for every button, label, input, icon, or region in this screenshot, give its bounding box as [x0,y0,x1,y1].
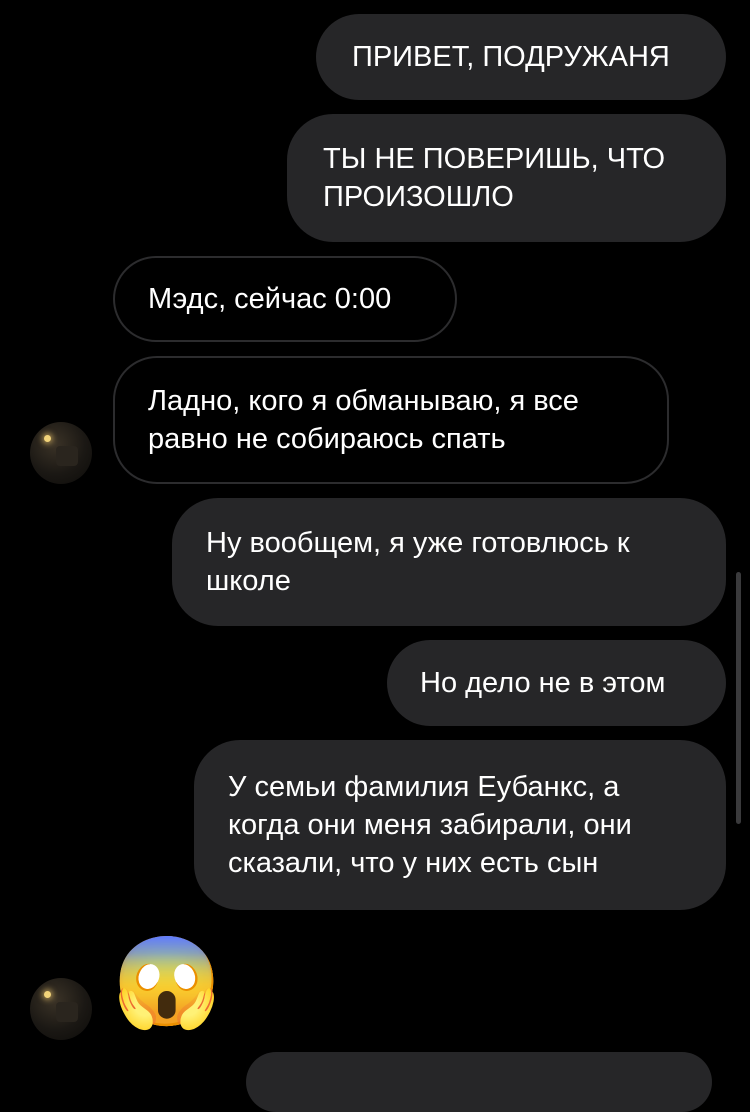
message-bubble-incoming[interactable]: Ладно, кого я обманываю, я все равно не … [113,356,669,484]
avatar-light [44,991,51,998]
message-text: Но дело не в этом [420,667,666,699]
message-bubble-outgoing[interactable]: ПРИВЕТ, ПОДРУЖАНЯ [316,14,726,100]
message-text: Ну вообщем, я уже готовлюсь к школе [206,527,630,597]
message-text: Мэдс, сейчас 0:00 [148,283,392,315]
message-text: У семьи фамилия Еубанкс, а когда они мен… [228,771,632,879]
avatar-figure [56,1002,78,1022]
message-bubble-outgoing[interactable]: Но дело не в этом [387,640,726,726]
message-text: Ладно, кого я обманываю, я все равно не … [148,385,579,455]
contact-avatar[interactable] [30,422,92,484]
message-bubble-outgoing[interactable]: У семьи фамилия Еубанкс, а когда они мен… [194,740,726,910]
message-bubble-outgoing-partial[interactable] [246,1052,712,1112]
contact-avatar[interactable] [30,978,92,1040]
message-text: ТЫ НЕ ПОВЕРИШЬ, ЧТО ПРОИЗОШЛО [323,143,666,213]
message-bubble-outgoing[interactable]: Ну вообщем, я уже готовлюсь к школе [172,498,726,626]
message-bubble-outgoing[interactable]: ТЫ НЕ ПОВЕРИШЬ, ЧТО ПРОИЗОШЛО [287,114,726,242]
message-text: ПРИВЕТ, ПОДРУЖАНЯ [352,41,670,73]
avatar-figure [56,446,78,466]
avatar-light [44,435,51,442]
face-screaming-in-fear-emoji[interactable]: 😱 [112,932,222,1042]
scrollbar[interactable] [736,572,741,824]
message-bubble-incoming[interactable]: Мэдс, сейчас 0:00 [113,256,457,342]
